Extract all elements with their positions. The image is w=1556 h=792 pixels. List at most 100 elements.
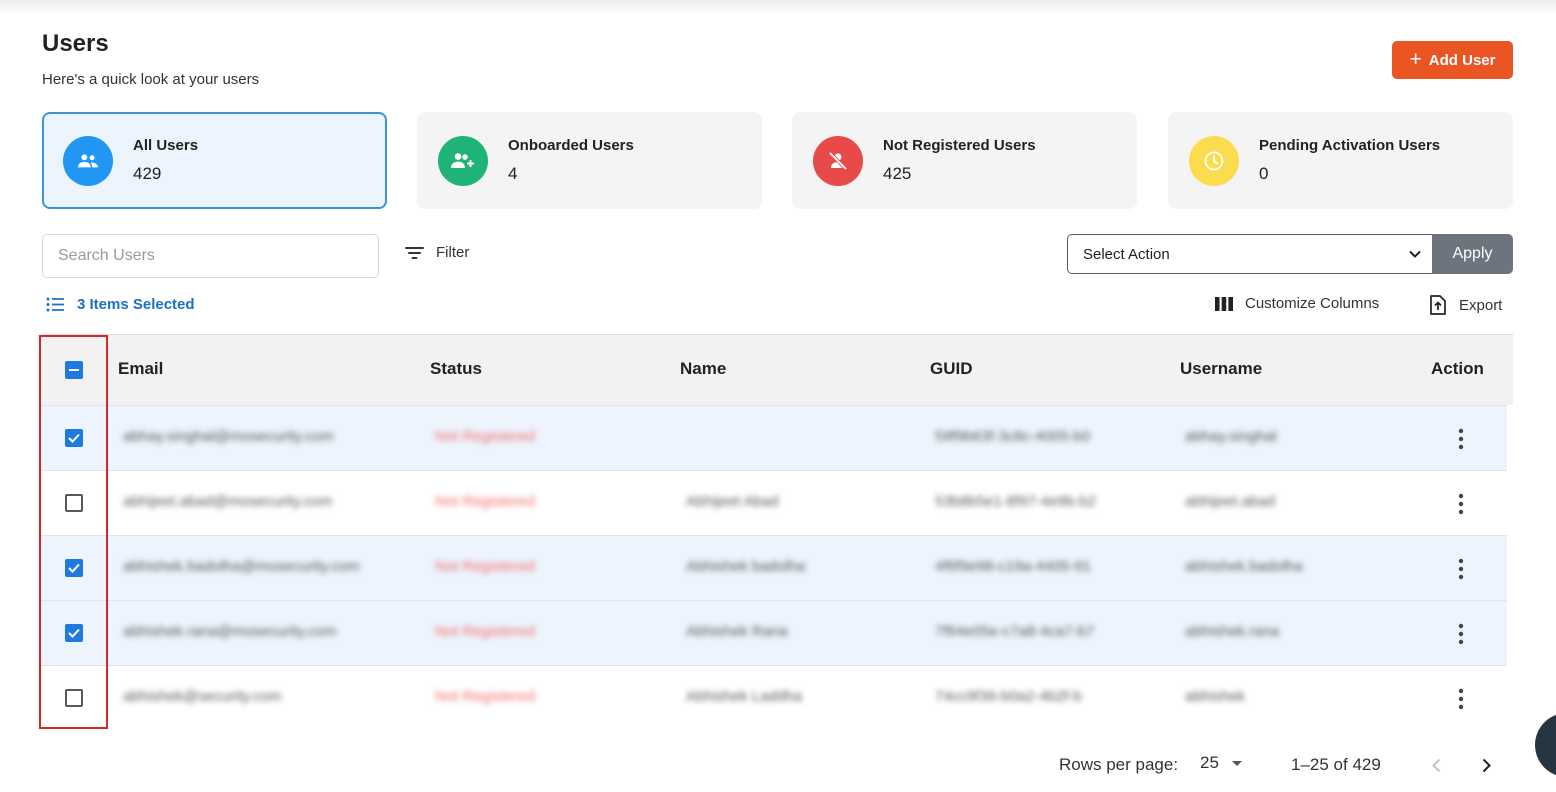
search-input[interactable] [42, 234, 379, 278]
table-row[interactable]: abhishek.rana@mosecurity.com Not Registe… [41, 600, 1507, 665]
select-all-checkbox[interactable] [65, 361, 83, 379]
guid-cell: 7f64e05e-c7a8-4ca7-b7 [935, 623, 1095, 640]
apply-button[interactable]: Apply [1432, 234, 1513, 274]
page-subtitle: Here's a quick look at your users [42, 71, 260, 88]
table-row[interactable]: abhay.singhal@mosecurity.com Not Registe… [41, 405, 1507, 470]
email-cell: abhishek@security.com [123, 688, 282, 705]
more-vertical-icon[interactable] [1451, 558, 1471, 580]
name-cell: Abhijeet Abad [686, 493, 779, 510]
guid-cell: 4f6f9e98-c19a-4405-91 [935, 558, 1091, 575]
stat-count: 4 [508, 164, 518, 183]
email-cell: abhishek.badolha@mosecurity.com [123, 558, 360, 575]
add-user-button[interactable]: + Add User [1392, 41, 1513, 79]
row-checkbox[interactable] [65, 429, 83, 447]
more-vertical-icon[interactable] [1451, 428, 1471, 450]
status-cell: Not Registered [435, 688, 536, 705]
plus-icon: + [1409, 47, 1422, 71]
filter-icon [405, 246, 424, 259]
table-row[interactable]: abhishek@security.com Not Registered Abh… [41, 665, 1507, 730]
table-row[interactable]: abhijeet.abad@mosecurity.com Not Registe… [41, 470, 1507, 535]
row-checkbox[interactable] [65, 494, 83, 512]
customize-columns-button[interactable]: Customize Columns [1215, 295, 1379, 312]
clock-icon [1189, 135, 1239, 186]
stat-label: Pending Activation Users [1259, 137, 1441, 154]
column-header-action: Action [1431, 359, 1484, 378]
export-button[interactable]: Export [1429, 295, 1502, 315]
column-header-username[interactable]: Username [1180, 359, 1262, 379]
next-page-button[interactable] [1475, 754, 1497, 776]
more-vertical-icon[interactable] [1451, 623, 1471, 645]
users-icon [63, 135, 113, 186]
stat-card-all-users[interactable]: All Users 429 [42, 112, 387, 209]
chevron-left-icon [1431, 758, 1440, 772]
caret-down-icon [1231, 760, 1242, 766]
column-header-status[interactable]: Status [430, 359, 482, 379]
username-cell: abhijeet.abad [1185, 493, 1276, 510]
check-icon [68, 628, 80, 638]
user-off-icon [813, 135, 863, 186]
row-checkbox[interactable] [65, 559, 83, 577]
rows-per-page-select[interactable]: 25 [1200, 753, 1243, 773]
rows-per-page-label: Rows per page: [1059, 755, 1179, 774]
guid-cell: 53b8b5e1-8f97-4e9b-b2 [935, 493, 1096, 510]
chevron-right-icon [1482, 758, 1491, 772]
stat-label: All Users [133, 137, 199, 154]
rows-per-page-value: 25 [1200, 753, 1219, 772]
guid-cell: 74cc9f39-b0a2-4b2f-b [935, 688, 1082, 705]
username-cell: abhay.singhal [1185, 428, 1277, 445]
stat-count: 425 [883, 164, 912, 183]
table-header: Email Status Name GUID Username Action [41, 335, 1513, 405]
export-label: Export [1459, 296, 1503, 314]
chevron-down-icon [1409, 250, 1421, 258]
name-cell: Abhishek Rana [686, 623, 788, 640]
status-cell: Not Registered [435, 428, 536, 445]
table-row[interactable]: abhishek.badolha@mosecurity.com Not Regi… [41, 535, 1507, 600]
user-add-icon [438, 135, 488, 186]
email-cell: abhishek.rana@mosecurity.com [123, 623, 337, 640]
name-cell: Abhishek badolha [686, 558, 806, 575]
add-user-label: Add User [1428, 51, 1496, 69]
top-shadow [0, 0, 1556, 14]
stat-label: Not Registered Users [883, 137, 1036, 154]
check-icon [68, 563, 80, 573]
filter-button[interactable]: Filter [405, 244, 469, 261]
email-cell: abhay.singhal@mosecurity.com [123, 428, 334, 445]
email-cell: abhijeet.abad@mosecurity.com [123, 493, 333, 510]
row-checkbox[interactable] [65, 624, 83, 642]
username-cell: abhishek [1185, 688, 1246, 705]
select-action-label: Select Action [1083, 245, 1170, 263]
status-cell: Not Registered [435, 623, 536, 640]
name-cell: Abhishek Laddha [686, 688, 802, 705]
guid-cell: 59f9b63f-3c8c-4005-b0 [935, 428, 1091, 445]
stat-card-not-registered-users[interactable]: Not Registered Users 425 [792, 112, 1137, 209]
pagination-range: 1–25 of 429 [1291, 755, 1381, 774]
users-table: Email Status Name GUID Username Action a… [41, 334, 1513, 731]
minus-icon [69, 369, 79, 371]
username-cell: abhishek.badolha [1185, 558, 1303, 575]
check-icon [68, 433, 80, 443]
more-vertical-icon[interactable] [1451, 493, 1471, 515]
row-checkbox[interactable] [65, 689, 83, 707]
list-icon [46, 297, 64, 312]
filter-label: Filter [436, 244, 470, 261]
column-header-name[interactable]: Name [680, 359, 726, 379]
previous-page-button[interactable] [1425, 754, 1447, 776]
column-header-guid[interactable]: GUID [930, 359, 973, 379]
select-action-dropdown[interactable]: Select Action [1067, 234, 1433, 274]
items-selected-label: 3 Items Selected [77, 296, 195, 313]
stat-card-onboarded-users[interactable]: Onboarded Users 4 [417, 112, 762, 209]
chat-widget-button[interactable] [1535, 713, 1556, 777]
export-icon [1430, 295, 1446, 315]
columns-icon [1215, 296, 1233, 311]
page-title: Users [42, 30, 109, 57]
stat-card-pending-activation-users[interactable]: Pending Activation Users 0 [1168, 112, 1513, 209]
customize-columns-label: Customize Columns [1245, 295, 1380, 312]
status-cell: Not Registered [435, 558, 536, 575]
status-cell: Not Registered [435, 493, 536, 510]
items-selected-indicator[interactable]: 3 Items Selected [46, 296, 195, 313]
column-header-email[interactable]: Email [118, 359, 163, 379]
stat-count: 0 [1259, 164, 1269, 183]
username-cell: abhishek.rana [1185, 623, 1280, 640]
stat-count: 429 [133, 164, 162, 183]
more-vertical-icon[interactable] [1451, 688, 1471, 710]
